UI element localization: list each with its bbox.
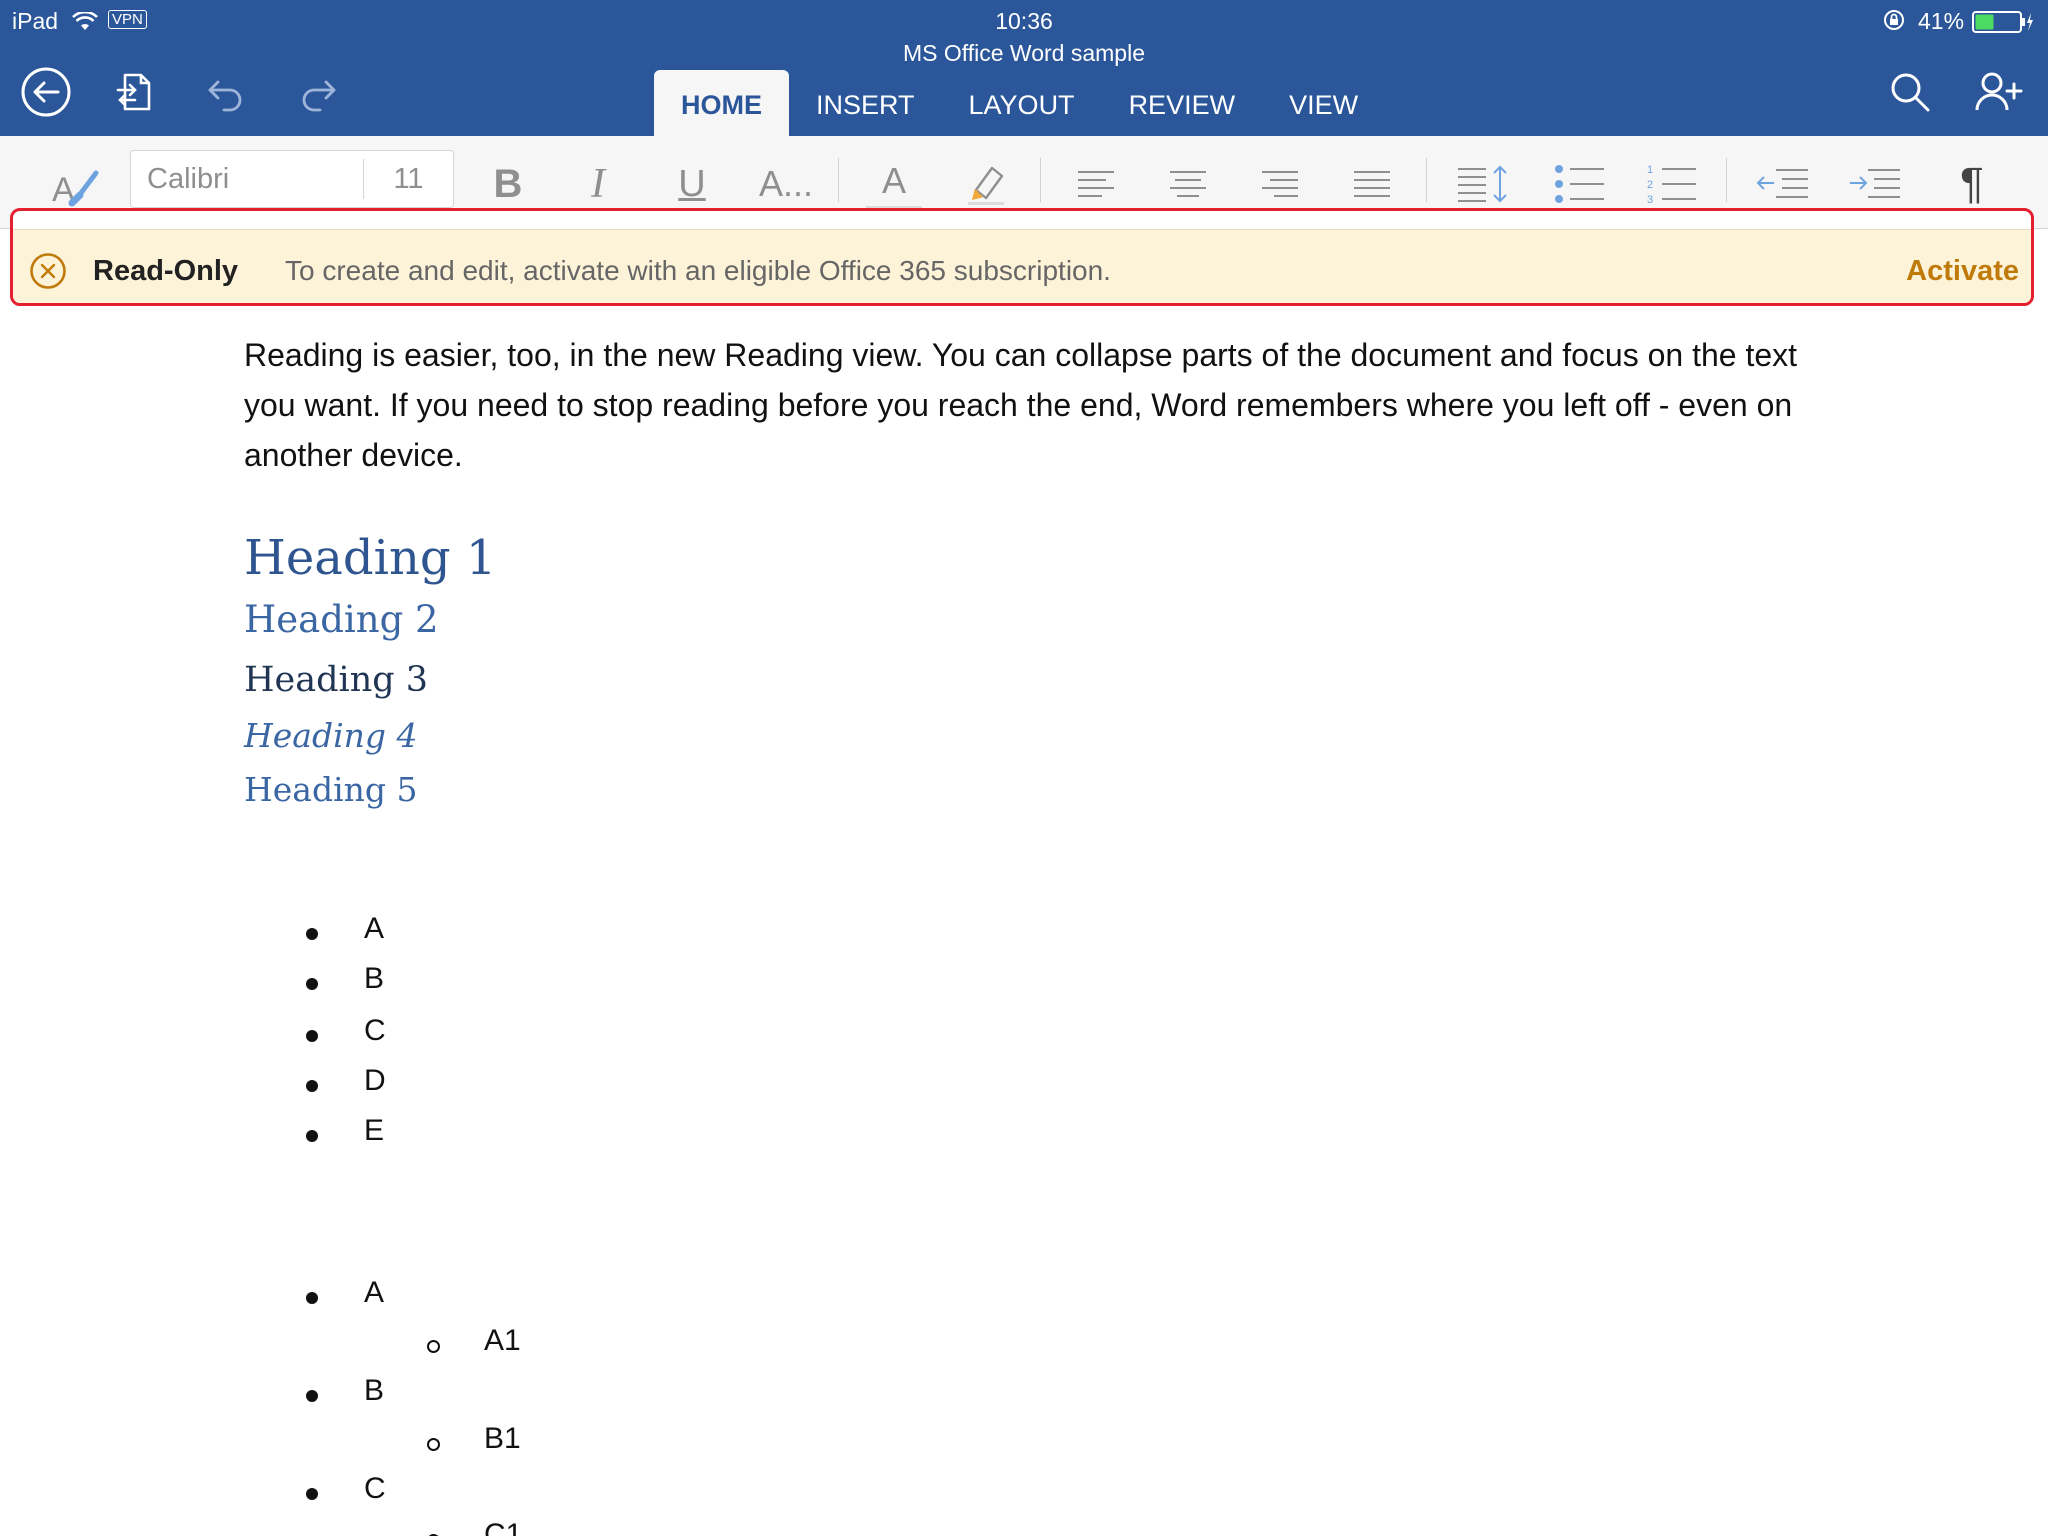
share-person-icon	[1975, 72, 2023, 111]
share-button[interactable]	[1972, 64, 2028, 120]
back-icon	[21, 67, 71, 117]
decrease-indent-icon	[1756, 169, 1808, 198]
redo-button[interactable]	[290, 64, 346, 120]
font-name[interactable]: Calibri	[147, 151, 229, 207]
list-item: A	[364, 912, 385, 945]
bullet-list-button[interactable]	[1548, 156, 1612, 212]
pilcrow-icon[interactable]: ¶	[1944, 156, 2000, 212]
list-item: B	[364, 962, 385, 995]
body-paragraph: Reading is easier, too, in the new Readi…	[244, 337, 1798, 473]
svg-text:1: 1	[1647, 164, 1653, 176]
numbered-list-icon: 1 2 3	[1647, 164, 1696, 206]
battery-percent: 41%	[1918, 8, 1965, 34]
italic-button[interactable]: I	[570, 156, 626, 212]
list-item: E	[364, 1114, 385, 1147]
align-left-button[interactable]	[1068, 156, 1124, 212]
back-button[interactable]	[18, 64, 74, 120]
clock: 10:36	[995, 8, 1053, 34]
list-item: D	[364, 1064, 386, 1097]
tab-layout[interactable]: LAYOUT	[942, 70, 1102, 136]
rotation-lock-icon	[1882, 8, 1906, 39]
sublist-item: B1	[484, 1422, 521, 1455]
list-bullet	[306, 1130, 318, 1142]
heading-2: Heading 2	[244, 598, 439, 641]
highlighter-icon	[968, 166, 1004, 205]
tab-review[interactable]: REVIEW	[1102, 70, 1263, 136]
title-bar: iPad VPN 10:36 41% MS Office Word sample…	[0, 0, 2048, 136]
ribbon-separator	[1726, 158, 1727, 202]
battery-icon	[1972, 10, 2034, 40]
align-right-icon	[1262, 171, 1298, 197]
tab-home[interactable]: HOME	[654, 70, 789, 136]
line-spacing-icon	[1458, 165, 1507, 203]
bold-button[interactable]: B	[480, 156, 536, 212]
align-right-button[interactable]	[1252, 156, 1308, 212]
font-size[interactable]: 11	[364, 151, 453, 207]
format-painter-button[interactable]: A	[44, 156, 108, 212]
tab-insert[interactable]: INSERT	[789, 70, 942, 136]
list-bullet	[306, 928, 318, 940]
heading-4: Heading 4	[244, 716, 418, 755]
heading-5: Heading 5	[244, 770, 418, 809]
banner-title: Read-Only	[93, 255, 239, 287]
file-icon	[116, 73, 151, 111]
format-painter-icon: A	[52, 170, 99, 207]
list-bullet	[306, 978, 318, 990]
increase-indent-button[interactable]	[1844, 156, 1906, 212]
increase-indent-icon	[1850, 169, 1900, 198]
list-item: C	[364, 1472, 386, 1505]
undo-button[interactable]	[198, 64, 254, 120]
activate-link[interactable]: Activate	[1906, 230, 2019, 303]
highlight-button[interactable]	[956, 156, 1016, 212]
close-circle-icon[interactable]	[29, 252, 67, 290]
ribbon-tabs: HOME INSERT LAYOUT REVIEW VIEW	[654, 70, 1385, 136]
file-button[interactable]	[107, 64, 163, 120]
redo-icon	[302, 80, 336, 112]
document-canvas[interactable]: Reading is easier, too, in the new Readi…	[0, 306, 2048, 1536]
sublist-item: C1	[484, 1518, 523, 1536]
font-picker[interactable]: Calibri 11	[130, 150, 454, 208]
ribbon-separator	[1426, 158, 1427, 202]
list-item: B	[364, 1374, 385, 1407]
decrease-indent-button[interactable]	[1752, 156, 1814, 212]
sublist-item: A1	[484, 1324, 521, 1357]
banner-body: Read-Only To create and edit, activate w…	[13, 229, 2031, 303]
svg-text:3: 3	[1647, 194, 1653, 206]
underline-button[interactable]: U	[664, 156, 720, 212]
search-button[interactable]	[1882, 64, 1938, 120]
list-item: C	[364, 1014, 386, 1047]
more-font-options-button[interactable]: A...	[752, 156, 820, 212]
read-only-banner: Read-Only To create and edit, activate w…	[10, 208, 2034, 306]
ribbon-separator	[838, 158, 839, 202]
sublist-bullet	[427, 1438, 440, 1451]
heading-1: Heading 1	[244, 530, 497, 586]
list-bullet	[306, 1488, 318, 1500]
list-item: A	[364, 1276, 385, 1309]
svg-text:2: 2	[1647, 179, 1653, 191]
justify-button[interactable]	[1344, 156, 1400, 212]
list-bullet	[306, 1080, 318, 1092]
justify-icon	[1354, 171, 1390, 197]
sublist-bullet	[427, 1340, 440, 1353]
heading-3: Heading 3	[244, 660, 429, 700]
list-bullet	[306, 1292, 318, 1304]
ribbon-separator	[1040, 158, 1041, 202]
bullet-list-icon	[1555, 165, 1604, 203]
list-bullet	[306, 1030, 318, 1042]
align-center-button[interactable]	[1160, 156, 1216, 212]
line-spacing-button[interactable]	[1452, 156, 1514, 212]
search-icon	[1891, 73, 1930, 112]
banner-message: To create and edit, activate with an eli…	[285, 255, 1111, 286]
tab-view[interactable]: VIEW	[1262, 70, 1385, 136]
list-bullet	[306, 1390, 318, 1402]
align-center-icon	[1170, 171, 1206, 197]
font-color-button[interactable]: A	[866, 156, 922, 210]
undo-icon	[208, 80, 242, 112]
numbered-list-button[interactable]: 1 2 3	[1640, 156, 1704, 212]
align-left-icon	[1078, 171, 1114, 197]
